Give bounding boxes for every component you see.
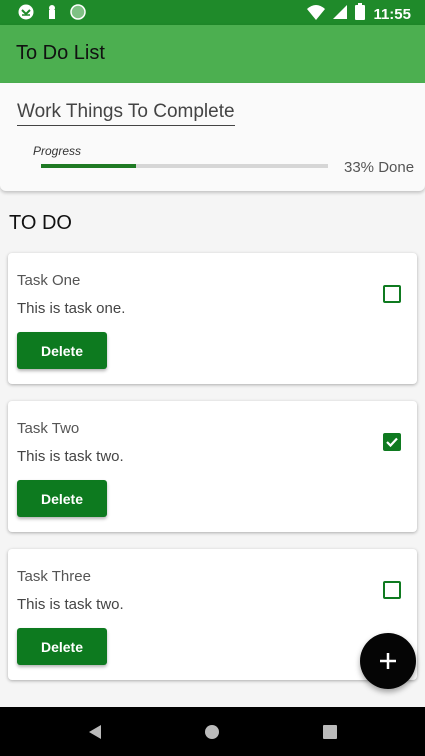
- task-card: Task One This is task one. Delete: [8, 253, 417, 384]
- task-checkbox[interactable]: [383, 581, 401, 599]
- progress-bar: [41, 164, 328, 168]
- app-bar: To Do List: [0, 25, 425, 83]
- status-time: 11:55: [373, 5, 411, 23]
- task-description: This is task two.: [17, 448, 124, 465]
- add-icon: [380, 653, 396, 669]
- section-title: TO DO: [9, 212, 72, 234]
- task-checkbox[interactable]: [383, 285, 401, 303]
- delete-button[interactable]: Delete: [17, 628, 107, 665]
- task-title: Task Three: [17, 568, 91, 585]
- home-icon[interactable]: [202, 722, 222, 742]
- progress-label: Progress: [33, 144, 82, 158]
- progress-bar-fill: [41, 164, 136, 168]
- delete-button[interactable]: Delete: [17, 332, 107, 369]
- checkmark-icon: [386, 437, 398, 448]
- status-bar: 11:55: [0, 0, 425, 25]
- add-task-button[interactable]: [360, 633, 416, 689]
- navigation-bar: [0, 707, 425, 756]
- sync-icon: [70, 4, 86, 20]
- notification-icon: [44, 4, 60, 20]
- back-icon[interactable]: [85, 722, 105, 742]
- signal-icon: [333, 4, 348, 25]
- progress-percent: 33% Done: [344, 159, 415, 176]
- list-name-field[interactable]: Work Things To Complete: [17, 101, 235, 126]
- task-title: Task One: [17, 272, 81, 289]
- battery-icon: [355, 3, 366, 25]
- list-header-card: Work Things To Complete Progress 33% Don…: [0, 83, 425, 191]
- delete-button[interactable]: Delete: [17, 480, 107, 517]
- task-description: This is task one.: [17, 300, 126, 317]
- task-checkbox[interactable]: [383, 433, 401, 451]
- task-title: Task Two: [17, 420, 80, 437]
- task-card: Task Two This is task two. Delete: [8, 401, 417, 532]
- app-title: To Do List: [16, 42, 105, 64]
- task-card: Task Three This is task two. Delete: [8, 549, 417, 680]
- download-icon: [18, 4, 34, 20]
- task-description: This is task two.: [17, 596, 124, 613]
- recents-icon[interactable]: [320, 722, 340, 742]
- wifi-icon: [307, 4, 326, 25]
